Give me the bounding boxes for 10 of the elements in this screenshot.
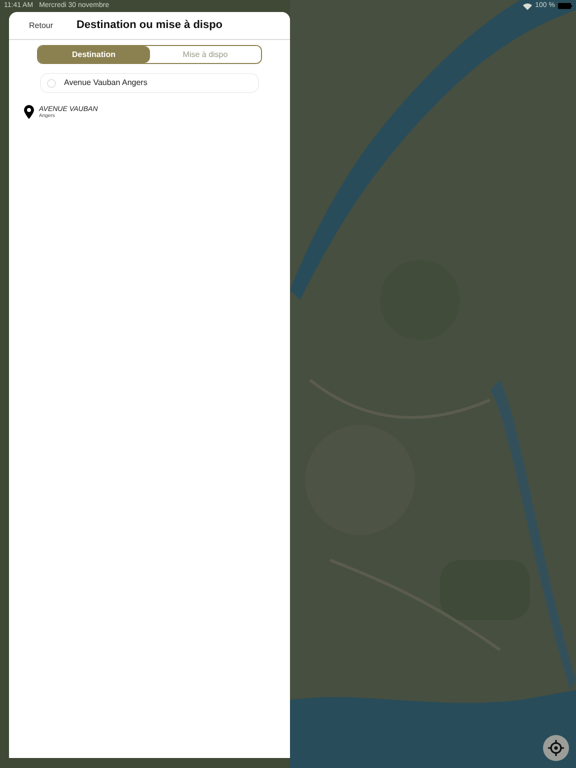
segment-tab[interactable]: Destination (38, 46, 150, 63)
search-input[interactable]: Avenue Vauban Angers (64, 77, 252, 89)
search-field[interactable]: Avenue Vauban Angers (40, 73, 259, 93)
pin-icon (24, 105, 34, 119)
search-icon (47, 78, 56, 88)
panel-title: Destination ou mise à dispo (76, 18, 223, 34)
crosshair-icon (548, 740, 564, 756)
back-button[interactable]: Retour (29, 20, 54, 32)
battery-icon (558, 3, 572, 9)
wifi-icon (523, 2, 532, 10)
